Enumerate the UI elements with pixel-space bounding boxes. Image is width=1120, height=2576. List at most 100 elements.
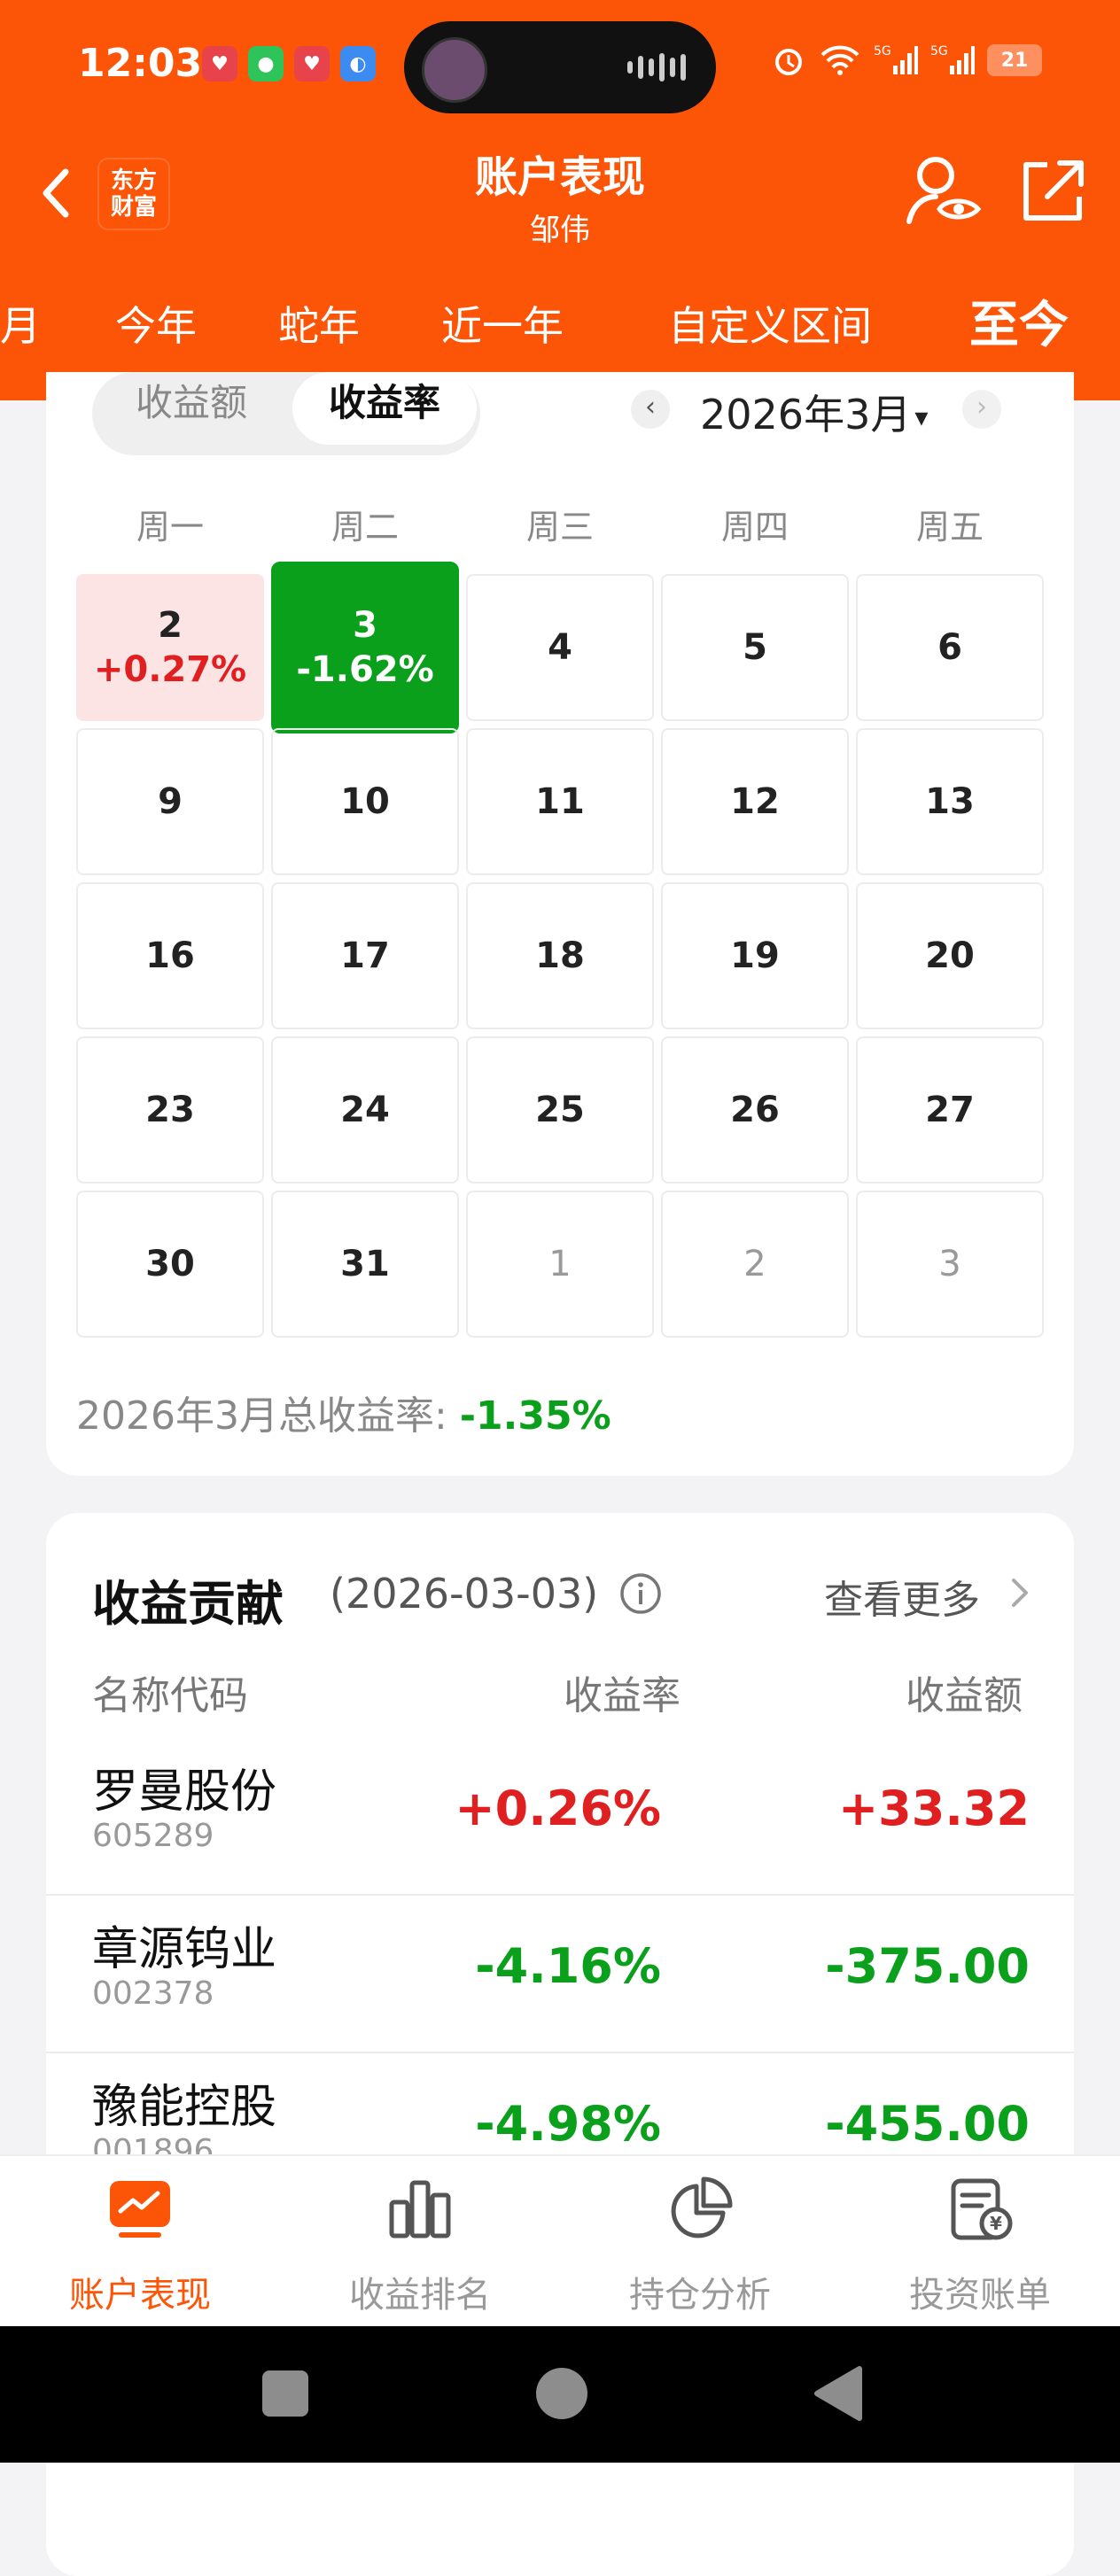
metric-toggle: 收益额 收益率 [92,372,480,455]
tab-last-year[interactable]: 近一年 [441,294,564,353]
calendar-day[interactable]: 23 [76,1036,264,1183]
weekday-label: 周三 [525,508,594,547]
nav-holdings-analysis[interactable]: 持仓分析 [560,2156,840,2328]
weekday-label: 周五 [915,508,984,547]
calendar-day[interactable]: 17 [271,882,459,1029]
period-tabs: 月 今年 蛇年 近一年 自定义区间 至今 [0,283,1120,647]
svg-text:¥: ¥ [990,2213,1002,2234]
calendar-day[interactable]: 13 [856,728,1044,875]
calendar-day-next-month[interactable]: 2 [661,1191,849,1338]
calendar-day[interactable]: 20 [856,882,1044,1029]
tab-custom-range[interactable]: 自定义区间 [668,294,872,353]
monthly-total-rate: 2026年3月总收益率: -1.35% [76,1393,611,1439]
svg-text:5G: 5G [874,44,891,58]
prev-month-button[interactable]: ‹ [631,390,670,429]
calendar-day[interactable]: 9 [76,728,264,875]
toggle-rate[interactable]: 收益率 [292,372,477,445]
media-avatar-icon [422,37,487,103]
calendar-day[interactable]: 27 [856,1036,1044,1183]
nav-account-performance[interactable]: 账户表现 [0,2156,280,2328]
nav-return-ranking[interactable]: 收益排名 [280,2156,560,2328]
calendar-day[interactable]: 30 [76,1191,264,1338]
calendar-day[interactable]: 11 [466,728,654,875]
app-header: 12:03 ♥ ● ♥ ◐ 5G 5G 21 东方 财富 账户表现 邹伟 月 今… [0,0,1120,647]
calendar-day[interactable]: 16 [76,882,264,1029]
calendar-day[interactable]: 24 [271,1036,459,1183]
system-icons: 5G 5G 21 [771,43,1042,78]
tab-this-year[interactable]: 今年 [115,294,197,353]
app-notification-icon: ♥ [294,46,330,81]
svg-text:5G: 5G [930,44,948,58]
section-title: 收益贡献 [92,1576,284,1632]
signal-5g-icon: 5G [930,44,975,74]
column-header-rate: 收益率 [564,1673,681,1719]
back-triangle-icon[interactable] [812,2365,865,2422]
system-navigation-bar [0,2326,1120,2463]
info-icon[interactable] [618,1571,663,1616]
status-bar: 12:03 ♥ ● ♥ ◐ 5G 5G 21 [0,0,1120,133]
alarm-icon [775,49,802,75]
calendar-day[interactable]: 31 [271,1191,459,1338]
share-icon[interactable] [1017,156,1088,227]
pie-chart-icon [671,2176,733,2238]
wechat-icon: ● [248,46,284,81]
stock-amount: +33.32 [837,1781,1030,1836]
toggle-amount[interactable]: 收益额 [99,372,284,445]
chevron-right-icon[interactable] [1007,1573,1033,1612]
calendar-day-next-month[interactable]: 1 [466,1191,654,1338]
trend-chart-icon [110,2181,170,2238]
calendar-day[interactable]: 26 [661,1036,849,1183]
calendar-day[interactable]: 18 [466,882,654,1029]
stock-name: 章源钨业 [92,1923,277,1976]
bill-icon: ¥ [951,2178,1013,2240]
audio-wave-icon [627,53,686,81]
notification-icons: ♥ ● ♥ ◐ [202,46,376,81]
stock-rate: +0.26% [455,1781,661,1836]
calendar-day[interactable]: 10 [271,728,459,875]
stock-rate: -4.98% [475,2096,661,2152]
calendar-day[interactable]: 25 [466,1036,654,1183]
calendar-day[interactable]: 5 [661,574,849,721]
stock-rate: -4.16% [475,1938,661,1994]
privacy-eye-icon[interactable] [904,151,984,230]
tab-snake-year[interactable]: 蛇年 [278,294,360,353]
stock-code: 002378 [92,1975,214,2012]
stock-amount: -455.00 [825,2096,1030,2152]
calendar-day-selected[interactable]: 3 -1.62% [271,562,459,733]
stock-amount: -375.00 [825,1938,1030,1994]
weekday-label: 周二 [331,508,399,547]
table-row[interactable]: 罗曼股份 605289 +0.26% +33.32 [46,1738,1074,1896]
signal-5g-icon: 5G [874,44,918,74]
calendar-day[interactable]: 12 [661,728,849,875]
wifi-icon [821,45,859,75]
dropdown-caret-icon: ▾ [914,402,929,433]
calendar-day-next-month[interactable]: 3 [856,1191,1044,1338]
month-selector[interactable]: 2026年3月 ▾ [700,383,928,441]
calendar-day[interactable]: 6 [856,574,1044,721]
tab-month[interactable]: 月 [0,294,41,353]
contribution-date: (2026-03-03) [330,1570,599,1618]
table-row[interactable]: 章源钨业 002378 -4.16% -375.00 [46,1896,1074,2053]
battery-icon: 21 [987,44,1042,76]
calendar-day[interactable]: 4 [466,574,654,721]
column-header-amount: 收益额 [906,1673,1023,1719]
weekday-label: 周一 [136,508,204,547]
bar-chart-icon [389,2180,451,2238]
status-time: 12:03 [78,41,203,86]
dynamic-island [404,21,716,113]
nav-investment-bill[interactable]: ¥ 投资账单 [840,2156,1120,2328]
see-more-link[interactable]: 查看更多 [824,1568,980,1625]
weekday-label: 周四 [720,508,789,547]
next-month-button[interactable]: › [962,390,1001,429]
home-circle-icon[interactable] [535,2367,588,2420]
bottom-navigation: 账户表现 收益排名 持仓分析 ¥ 投资账单 [0,2154,1120,2328]
stock-name: 豫能控股 [92,2081,277,2134]
tab-to-date[interactable]: 至今 [969,285,1069,357]
stock-name: 罗曼股份 [92,1765,277,1819]
column-header-name: 名称代码 [92,1673,248,1719]
app-notification-icon: ♥ [202,46,237,81]
recents-square-icon[interactable] [261,2369,310,2418]
weekday-header: 周一 周二 周三 周四 周五 [76,500,1044,547]
calendar-day[interactable]: 2 +0.27% [76,574,264,721]
calendar-day[interactable]: 19 [661,882,849,1029]
